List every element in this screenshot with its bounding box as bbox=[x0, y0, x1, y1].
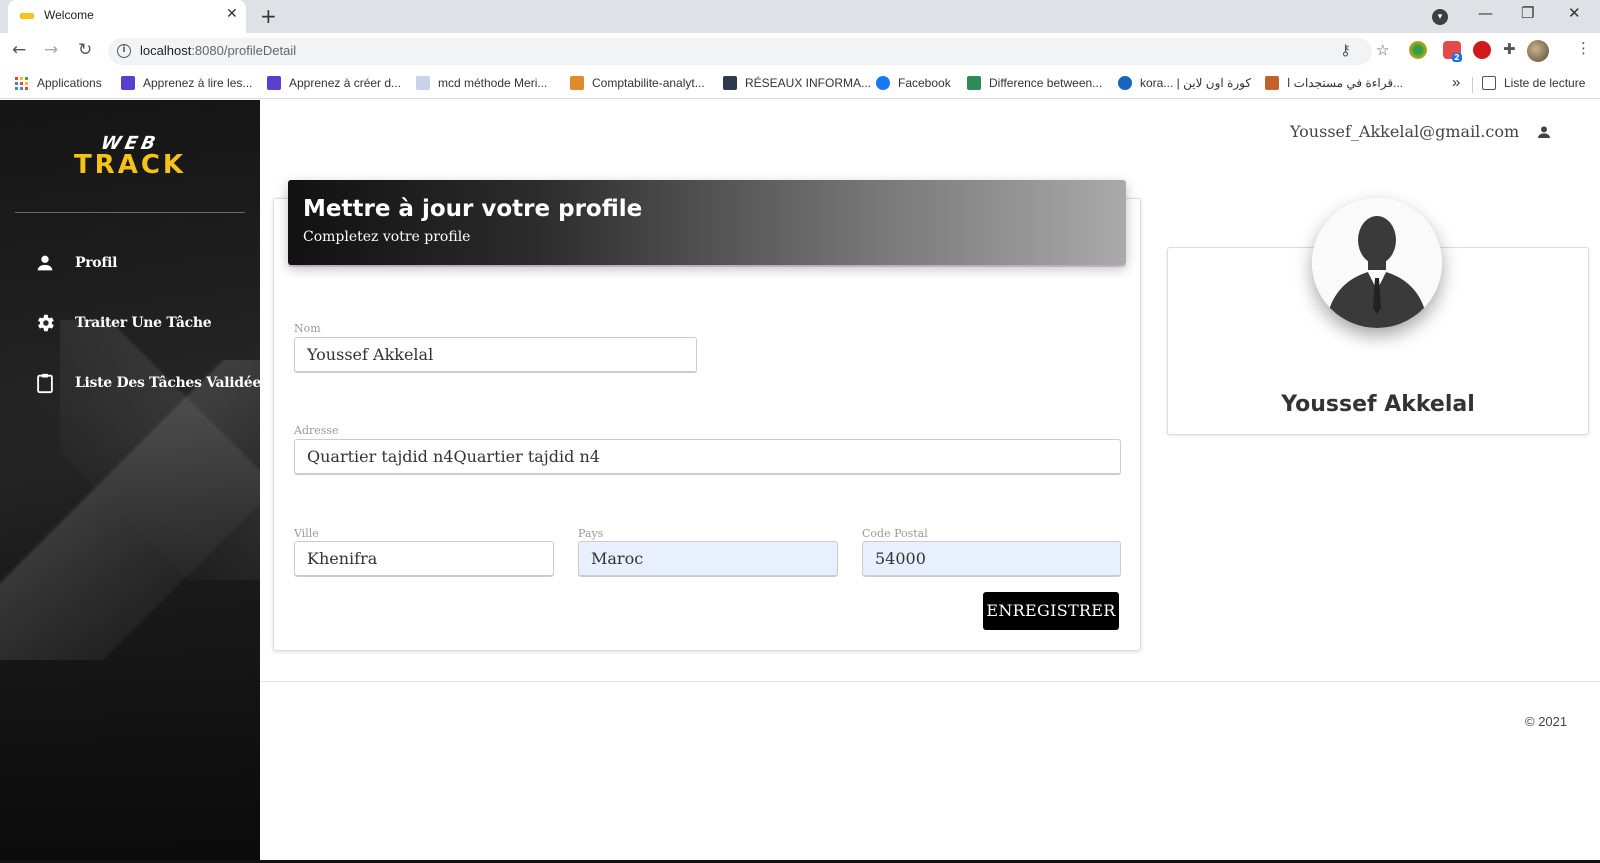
browser-menu-icon[interactable]: ⋮ bbox=[1576, 39, 1591, 57]
back-arrow-icon[interactable]: ← bbox=[12, 40, 26, 60]
bookmark-icon bbox=[121, 76, 135, 90]
bookmark-item[interactable]: RÉSEAUX INFORMA... bbox=[723, 76, 871, 90]
businessman-silhouette-icon bbox=[1312, 198, 1442, 328]
bookmark-item[interactable]: Apprenez à lire les... bbox=[121, 76, 252, 90]
bookmark-facebook[interactable]: Facebook bbox=[876, 76, 951, 90]
url-text[interactable]: localhost:8080/profileDetail bbox=[140, 43, 296, 58]
extension-globe-icon[interactable] bbox=[1409, 41, 1427, 59]
sidebar-item-traiter-tache[interactable]: Traiter Une Tâche bbox=[0, 303, 260, 343]
bookmark-icon bbox=[267, 76, 281, 90]
ville-label: Ville bbox=[294, 527, 319, 540]
ville-input[interactable]: Khenifra bbox=[294, 541, 554, 577]
new-tab-button[interactable]: + bbox=[260, 4, 277, 28]
bookmark-item[interactable]: Difference between... bbox=[967, 76, 1102, 90]
clipboard-icon bbox=[37, 373, 53, 394]
webtrack-favicon-icon bbox=[20, 13, 34, 19]
bookmark-icon bbox=[723, 76, 737, 90]
save-button[interactable]: ENREGISTRER bbox=[983, 592, 1119, 630]
reading-list-icon bbox=[1482, 76, 1496, 90]
tab-title: Welcome bbox=[44, 8, 94, 22]
facebook-icon bbox=[876, 76, 890, 90]
form-subtitle: Completez votre profile bbox=[303, 229, 471, 245]
extensions-puzzle-icon[interactable]: ✚ bbox=[1503, 40, 1516, 58]
sidebar-item-taches-validees[interactable]: Liste Des Tâches Validées bbox=[0, 363, 260, 403]
opera-extension-icon[interactable] bbox=[1473, 41, 1491, 59]
user-email: Youssef_Akkelal@gmail.com bbox=[1290, 122, 1520, 141]
address-bar[interactable]: i localhost:8080/profileDetail ⚷ ☆ bbox=[108, 38, 1389, 65]
adresse-label: Adresse bbox=[294, 424, 339, 437]
bookmark-item[interactable]: Comptabilite-analyt... bbox=[570, 76, 705, 90]
adresse-input[interactable]: Quartier tajdid n4Quartier tajdid n4 bbox=[294, 439, 1121, 475]
browser-tab-strip: Welcome ✕ + ▾ — ❐ ✕ bbox=[0, 0, 1600, 33]
nom-input[interactable]: Youssef Akkelal bbox=[294, 337, 697, 373]
code-postal-input[interactable]: 54000 bbox=[862, 541, 1121, 577]
form-title: Mettre à jour votre profile bbox=[303, 196, 643, 222]
profile-form-header: Mettre à jour votre profile Completez vo… bbox=[288, 180, 1126, 265]
bookmark-icon bbox=[1265, 76, 1279, 90]
tab-search-icon[interactable]: ▾ bbox=[1432, 9, 1448, 25]
bookmark-icon bbox=[570, 76, 584, 90]
sidebar: WEB TRACK Profil Traiter Une Tâche Liste… bbox=[0, 100, 260, 863]
site-info-icon[interactable]: i bbox=[117, 44, 131, 58]
gear-icon bbox=[38, 314, 54, 332]
extension-badge: 2 bbox=[1452, 53, 1462, 62]
reading-list-button[interactable]: Liste de lecture bbox=[1482, 76, 1585, 90]
bookmark-applications[interactable]: Applications bbox=[15, 76, 102, 90]
bookmark-item[interactable]: قراءة في مستجدات ا... bbox=[1265, 76, 1403, 90]
bookmark-icon bbox=[967, 76, 981, 90]
bookmark-star-icon[interactable]: ☆ bbox=[1376, 41, 1389, 59]
sidebar-item-label: Liste Des Tâches Validées bbox=[75, 375, 260, 391]
reload-icon[interactable]: ↻ bbox=[78, 40, 92, 60]
code-postal-label: Code Postal bbox=[862, 527, 928, 540]
password-key-icon[interactable]: ⚷ bbox=[1340, 41, 1351, 59]
close-window-icon[interactable]: ✕ bbox=[1568, 4, 1581, 22]
sidebar-item-label: Profil bbox=[75, 255, 118, 271]
bookmark-item[interactable]: Apprenez à créer d... bbox=[267, 76, 401, 90]
pays-label: Pays bbox=[578, 527, 604, 540]
bookmark-item[interactable]: kora... | كورة اون لاين bbox=[1118, 76, 1251, 90]
bookmark-icon bbox=[1118, 76, 1132, 90]
forward-arrow-icon[interactable]: → bbox=[44, 40, 58, 60]
browser-tab[interactable]: Welcome ✕ bbox=[8, 0, 246, 33]
bookmarks-bar: Applications Apprenez à lire les... Appr… bbox=[0, 69, 1600, 99]
more-bookmarks-icon[interactable]: » bbox=[1452, 74, 1460, 91]
avatar bbox=[1312, 198, 1442, 328]
footer-divider bbox=[260, 681, 1600, 682]
browser-profile-avatar[interactable] bbox=[1527, 40, 1549, 62]
user-account-icon[interactable] bbox=[1536, 124, 1552, 140]
sidebar-background-image bbox=[60, 320, 260, 580]
apps-grid-icon bbox=[15, 76, 28, 90]
sidebar-item-label: Traiter Une Tâche bbox=[75, 315, 212, 331]
browser-toolbar: ← → ↻ i localhost:8080/profileDetail ⚷ ☆… bbox=[0, 33, 1600, 69]
bookmark-item[interactable]: mcd méthode Meri... bbox=[416, 76, 547, 90]
minimize-window-icon[interactable]: — bbox=[1478, 4, 1493, 22]
profile-form-card bbox=[273, 198, 1141, 651]
webtrack-logo[interactable]: WEB TRACK bbox=[40, 133, 220, 182]
sidebar-item-profil[interactable]: Profil bbox=[0, 243, 260, 283]
sidebar-divider bbox=[15, 212, 245, 213]
restore-window-icon[interactable]: ❐ bbox=[1521, 4, 1534, 22]
close-tab-icon[interactable]: ✕ bbox=[226, 6, 238, 22]
pays-input[interactable]: Maroc bbox=[578, 541, 838, 577]
copyright-text: © 2021 bbox=[1525, 714, 1568, 729]
profile-name: Youssef Akkelal bbox=[1281, 392, 1475, 417]
nom-label: Nom bbox=[294, 322, 321, 335]
person-icon bbox=[37, 255, 53, 271]
bookmark-icon bbox=[416, 76, 430, 90]
bookmarks-divider bbox=[1472, 77, 1473, 93]
